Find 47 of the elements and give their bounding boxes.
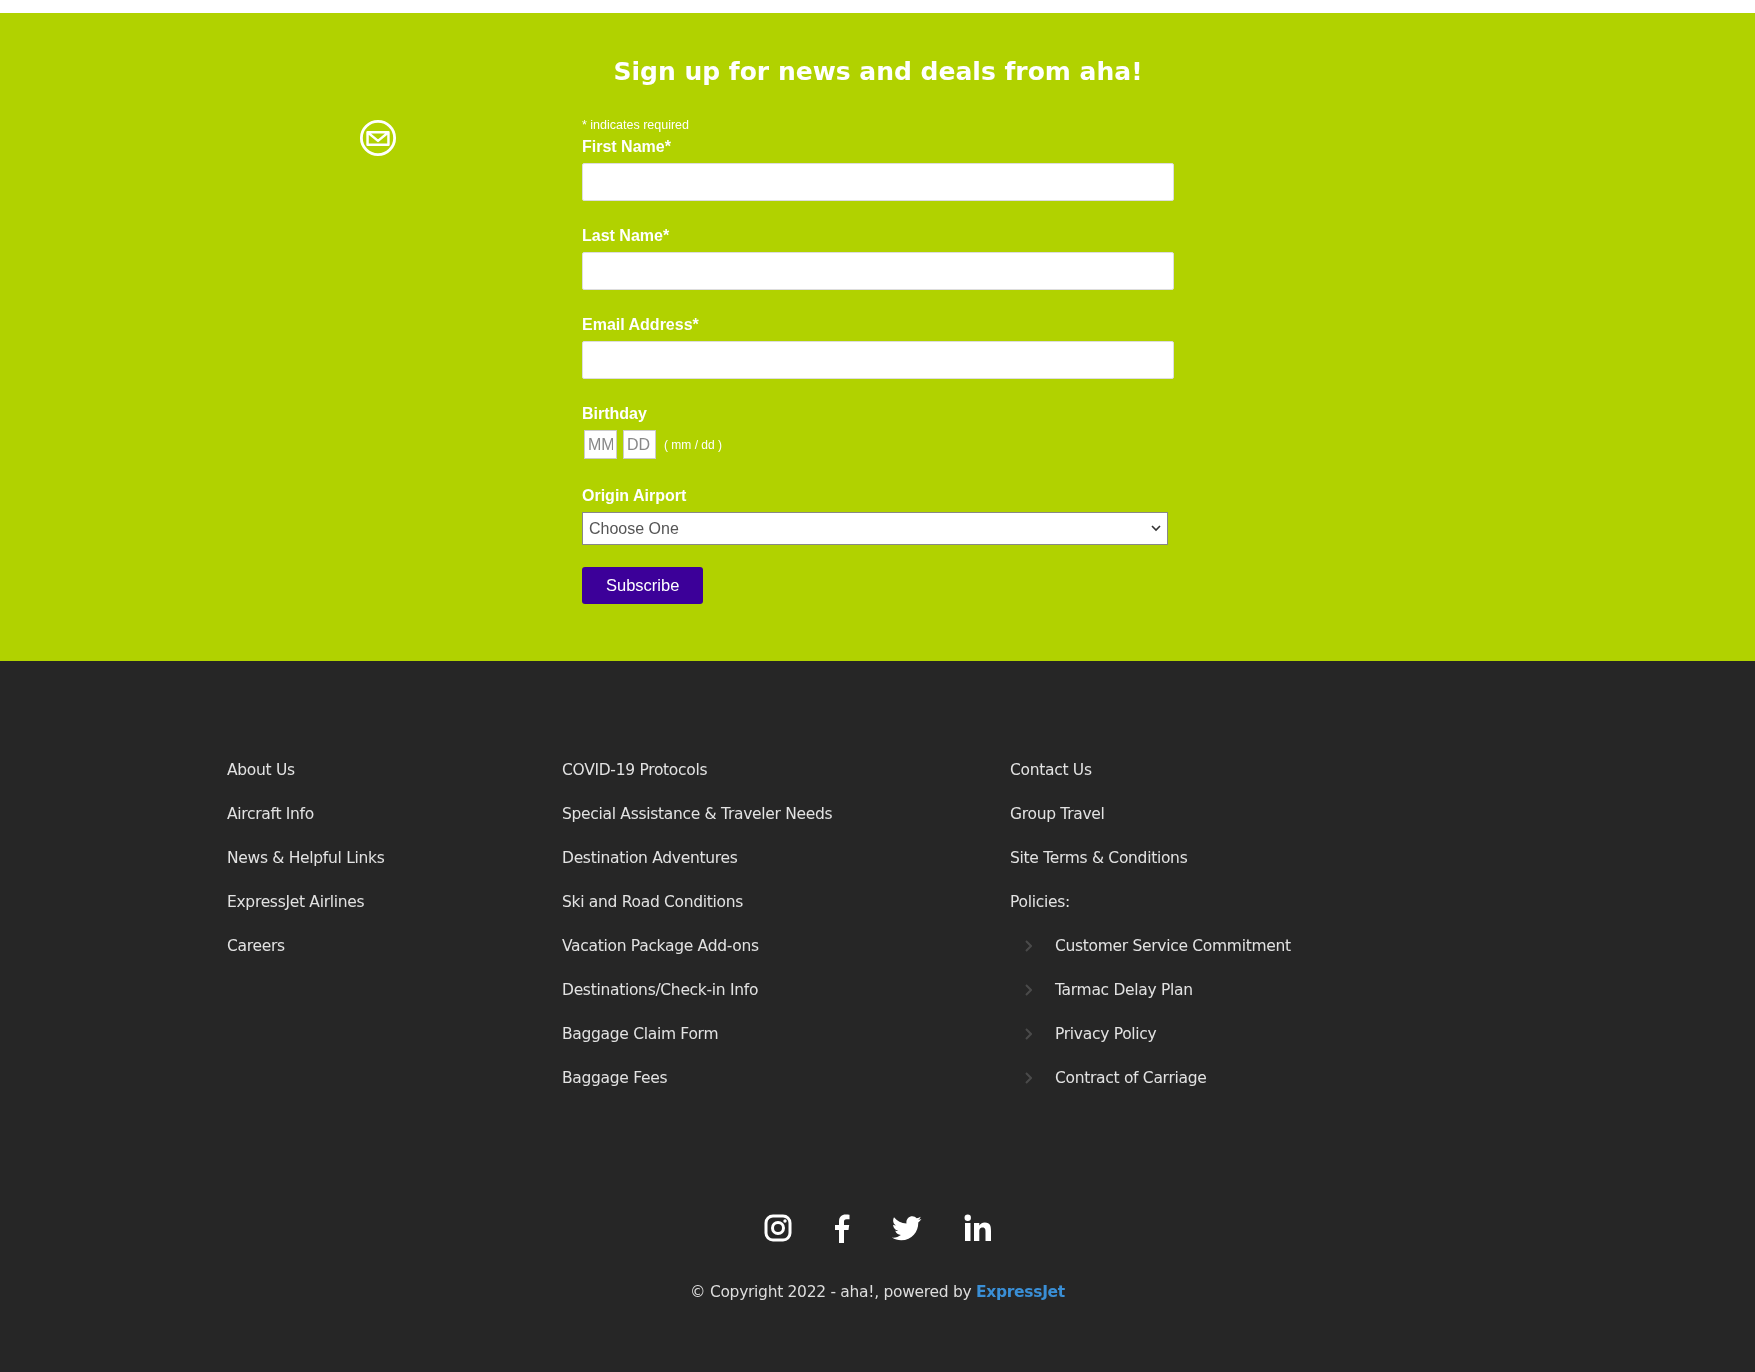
chevron-right-icon: [1025, 1028, 1032, 1040]
input-field[interactable]: [582, 252, 1174, 290]
footer-link[interactable]: Contract of Carriage: [1055, 1068, 1207, 1088]
input-field[interactable]: [582, 163, 1174, 201]
footer-link[interactable]: Baggage Claim Form: [562, 1025, 719, 1043]
footer-link[interactable]: Aircraft Info: [227, 805, 314, 823]
field-label: First Name*: [582, 138, 671, 156]
footer-link[interactable]: Special Assistance & Traveler Needs: [562, 805, 833, 823]
footer-link[interactable]: Site Terms & Conditions: [1010, 849, 1188, 867]
linkedin-icon[interactable]: [963, 1214, 992, 1242]
chevron-right-icon: [1025, 1072, 1032, 1084]
twitter-icon[interactable]: [891, 1215, 922, 1241]
footer-link[interactable]: About Us: [227, 761, 295, 779]
footer-link[interactable]: ExpressJet Airlines: [227, 893, 365, 911]
date-field[interactable]: DD: [623, 430, 656, 459]
footer-link[interactable]: Contact Us: [1010, 761, 1092, 779]
date-field[interactable]: MM: [584, 430, 617, 459]
footer-link[interactable]: News & Helpful Links: [227, 849, 385, 867]
copyright-text: © Copyright 2022 - aha!, powered by ExpressJet: [689, 1283, 1066, 1301]
field-label: Email Address*: [582, 316, 699, 334]
instagram-icon[interactable]: [763, 1214, 792, 1242]
footer-link[interactable]: Destination Adventures: [562, 849, 738, 867]
footer-link[interactable]: Tarmac Delay Plan: [1055, 980, 1193, 1000]
mail-icon: [359, 119, 397, 157]
footer-link[interactable]: Customer Service Commitment: [1055, 936, 1291, 956]
required-note: * indicates required: [582, 118, 689, 132]
footer-link[interactable]: COVID-19 Protocols: [562, 761, 708, 779]
field-label: Last Name*: [582, 227, 670, 245]
footer-link[interactable]: Destinations/Check-in Info: [562, 981, 759, 999]
expressjet-link[interactable]: ExpressJet: [975, 1283, 1065, 1301]
footer-link[interactable]: Baggage Fees: [562, 1069, 668, 1087]
airport-dropdown[interactable]: Choose One: [582, 512, 1168, 545]
chevron-right-icon: [1025, 984, 1032, 996]
signup-title: Sign up for news and deals from aha!: [612, 57, 1144, 86]
input-field[interactable]: [582, 341, 1174, 379]
chevron-down-icon: [1151, 525, 1161, 532]
footer-link[interactable]: Ski and Road Conditions: [562, 893, 744, 911]
subscribe-button[interactable]: Subscribe: [582, 567, 704, 604]
chevron-right-icon: [1025, 940, 1032, 952]
footer-link[interactable]: Vacation Package Add-ons: [562, 937, 759, 955]
footer-link[interactable]: Group Travel: [1010, 805, 1105, 823]
date-hint: ( mm / dd ): [664, 437, 722, 452]
footer-link[interactable]: Privacy Policy: [1055, 1024, 1157, 1044]
facebook-icon[interactable]: [833, 1213, 850, 1243]
field-label: Origin Airport: [582, 487, 687, 505]
field-label: Birthday: [582, 405, 647, 423]
footer-link[interactable]: Careers: [227, 937, 285, 955]
